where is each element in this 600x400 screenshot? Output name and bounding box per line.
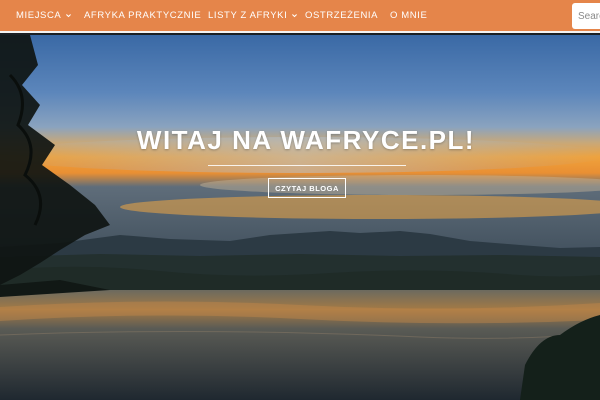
nav-item-ostrzezenia[interactable]: OSTRZEŻENIA: [305, 0, 378, 31]
hero-title: WITAJ NA WAFRYCE.PL!: [136, 125, 476, 155]
search-input[interactable]: [572, 3, 600, 29]
nav-item-miejsca[interactable]: MIEJSCA: [16, 0, 72, 31]
hero-divider: [208, 165, 406, 166]
read-blog-button[interactable]: CZYTAJ BLOGA: [268, 178, 346, 198]
nav-item-afryka-praktycznie[interactable]: AFRYKA PRAKTYCZNIE: [84, 0, 201, 31]
chevron-down-icon: [292, 14, 298, 18]
nav-item-label: LISTY Z AFRYKI: [208, 10, 288, 21]
nav-item-label: O MNIE: [390, 10, 428, 21]
nav-item-listy-z-afryki[interactable]: LISTY Z AFRYKI: [208, 0, 298, 31]
hero-section: WITAJ NA WAFRYCE.PL! CZYTAJ BLOGA: [0, 35, 600, 400]
main-navigation-bar: MIEJSCA AFRYKA PRAKTYCZNIE LISTY Z AFRYK…: [0, 0, 600, 33]
hero-background-image: [0, 35, 600, 400]
nav-item-label: MIEJSCA: [16, 10, 62, 21]
chevron-down-icon: [66, 14, 72, 18]
nav-item-label: OSTRZEŻENIA: [305, 10, 379, 21]
nav-item-o-mnie[interactable]: O MNIE: [390, 0, 427, 31]
nav-item-label: AFRYKA PRAKTYCZNIE: [84, 10, 202, 21]
